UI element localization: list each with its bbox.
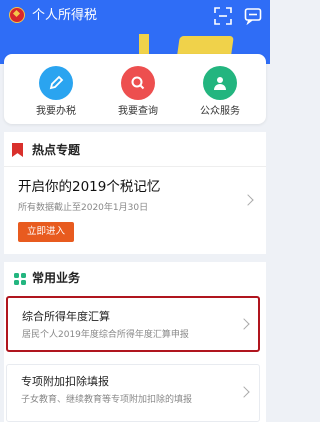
scan-icon[interactable]: [214, 7, 232, 25]
search-icon: [121, 66, 155, 100]
item-title: 专项附加扣除填报: [21, 375, 109, 388]
bookmark-icon: [12, 143, 23, 157]
service-card: 我要办税 我要查询 公众服务: [4, 54, 266, 124]
memory-subtitle: 所有数据截止至2020年1月30日: [18, 203, 149, 213]
annual-settlement-item[interactable]: 综合所得年度汇算 居民个人2019年度综合所得年度汇算申报: [6, 296, 260, 352]
service-icon: [203, 66, 237, 100]
service-file-tax[interactable]: 我要办税: [16, 66, 96, 118]
tax-emblem-icon: [9, 7, 25, 23]
pen-icon: [39, 66, 73, 100]
service-public[interactable]: 公众服务: [180, 66, 260, 118]
top-bar: 个人所得税: [0, 0, 270, 34]
enter-now-button[interactable]: 立即进入: [18, 222, 74, 242]
common-business-heading: 常用业务: [32, 271, 81, 285]
item-description: 子女教育、继续教育等专项附加扣除的填报: [21, 395, 193, 405]
hot-topics-heading: 热点专题: [32, 143, 81, 157]
clover-icon: [14, 273, 26, 285]
item-title: 综合所得年度汇算: [22, 310, 110, 323]
divider: [4, 166, 266, 167]
item-description: 居民个人2019年度综合所得年度汇算申报: [22, 330, 189, 340]
service-label: 我要办税: [36, 106, 76, 117]
hot-topics-card: 热点专题 开启你的2019个税记忆 所有数据截止至2020年1月30日 立即进入: [4, 132, 266, 254]
app-title: 个人所得税: [32, 8, 98, 23]
service-query[interactable]: 我要查询: [98, 66, 178, 118]
memory-title[interactable]: 开启你的2019个税记忆: [18, 178, 160, 196]
service-label: 我要查询: [118, 106, 158, 117]
special-deduction-item[interactable]: 专项附加扣除填报 子女教育、继续教育等专项附加扣除的填报: [6, 364, 260, 422]
service-label: 公众服务: [200, 106, 240, 117]
message-icon[interactable]: [244, 7, 262, 26]
